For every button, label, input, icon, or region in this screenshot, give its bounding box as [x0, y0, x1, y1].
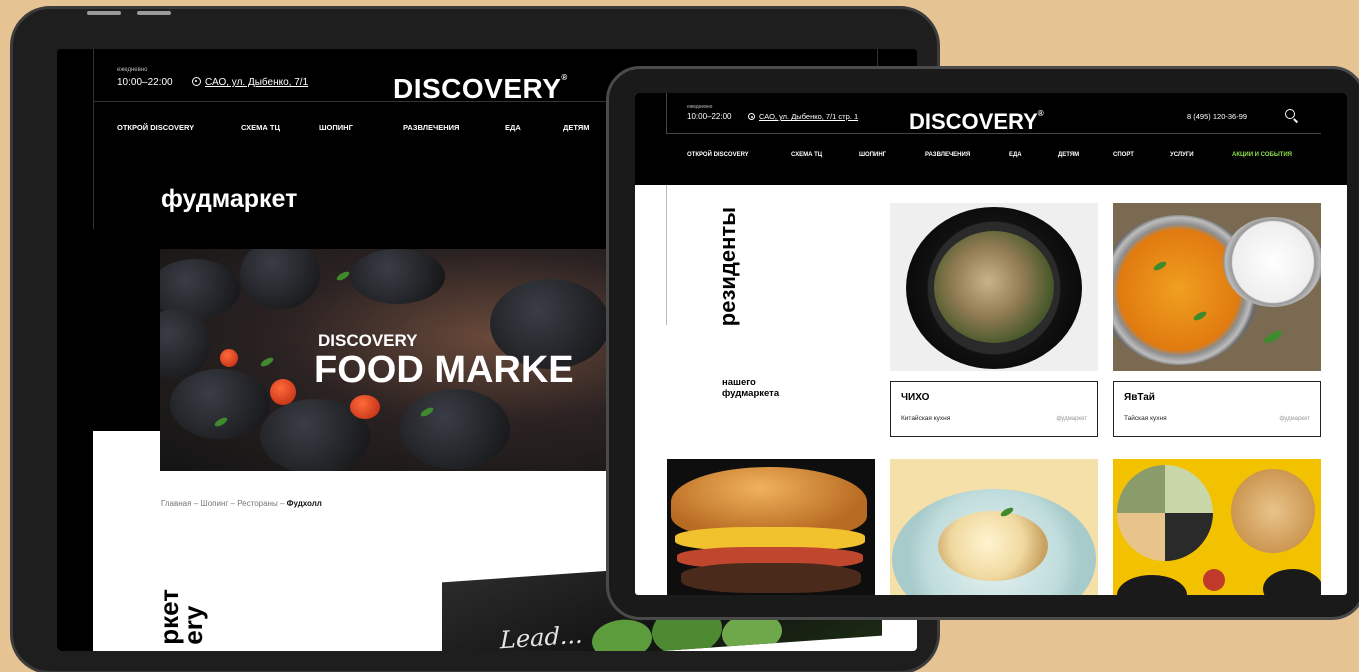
hours: 10:00–22:00	[117, 77, 173, 88]
nav-item[interactable]: УСЛУГИ	[1170, 152, 1194, 158]
hero-brand: DISCOVERY	[318, 331, 418, 350]
nav-item[interactable]: ДЕТЯМ	[1058, 152, 1079, 158]
food-image	[160, 309, 210, 379]
pin-icon	[748, 113, 755, 120]
food-image	[259, 355, 275, 369]
food-image	[400, 389, 510, 469]
hours: 10:00–22:00	[687, 112, 732, 121]
side-strip	[57, 431, 93, 651]
food-image	[681, 563, 861, 593]
hero-banner: DISCOVERY FOOD MARKE	[160, 249, 640, 471]
side-heading: ркет ery	[154, 589, 208, 645]
divider	[666, 93, 667, 133]
breadcrumb: Главная – Шопинг – Рестораны – Фудхолл	[161, 499, 322, 508]
address-link[interactable]: САО, ул. Дыбенко, 7/1 стр. 1	[748, 112, 858, 121]
resident-image[interactable]	[890, 459, 1098, 595]
resident-tag: фудмаркет	[1279, 416, 1310, 422]
resident-card[interactable]: ЯвТай Тайская кухня фудмаркет	[1113, 381, 1321, 437]
hours-label: ежедневно	[117, 67, 148, 73]
food-image	[934, 231, 1054, 343]
hero-title: FOOD MARKE	[314, 349, 574, 391]
breadcrumb-current: Фудхолл	[286, 499, 322, 508]
breadcrumb-item[interactable]: Главная	[161, 499, 191, 508]
nav-item[interactable]: СПОРТ	[1113, 152, 1134, 158]
food-image	[1117, 465, 1213, 561]
resident-cuisine: Китайская кухня	[901, 415, 951, 422]
page-title: фудмаркет	[161, 185, 298, 213]
resident-tag: фудмаркет	[1056, 416, 1087, 422]
nav-item[interactable]: СХЕМА ТЦ	[241, 123, 280, 132]
breadcrumb-item[interactable]: Рестораны	[237, 499, 278, 508]
nav-item-promo[interactable]: АКЦИИ И СОБЫТИЯ	[1232, 152, 1292, 158]
nav-item[interactable]: ШОПИНГ	[859, 152, 886, 158]
food-image	[220, 349, 238, 367]
food-image	[350, 395, 380, 419]
logo[interactable]: DISCOVERY®	[909, 109, 1044, 135]
food-image	[1203, 569, 1225, 591]
food-image	[1117, 575, 1187, 595]
divider	[93, 49, 94, 229]
food-image	[938, 511, 1048, 581]
front-screen: ежедневно 10:00–22:00 САО, ул. Дыбенко, …	[635, 93, 1347, 595]
food-image	[240, 249, 320, 309]
food-image	[270, 379, 296, 405]
nav-item[interactable]: СХЕМА ТЦ	[791, 152, 822, 158]
front-tablet: ежедневно 10:00–22:00 САО, ул. Дыбенко, …	[606, 66, 1359, 620]
nav-item[interactable]: ДЕТЯМ	[563, 123, 589, 132]
food-image	[1223, 217, 1321, 307]
volume-button	[137, 11, 171, 15]
nav-item[interactable]: ЕДА	[505, 123, 521, 132]
resident-cuisine: Тайская кухня	[1124, 415, 1167, 422]
hours-label: ежедневно	[687, 104, 713, 110]
resident-image[interactable]	[667, 459, 875, 595]
pin-icon	[192, 77, 201, 86]
nav-item[interactable]: ЕДА	[1009, 152, 1022, 158]
nav-item[interactable]: ШОПИНГ	[319, 123, 353, 132]
nav-item[interactable]: РАЗВЛЕЧЕНИЯ	[925, 152, 970, 158]
divider	[666, 185, 667, 325]
nav-item[interactable]: РАЗВЛЕЧЕНИЯ	[403, 123, 459, 132]
resident-name: ЧИХО	[901, 392, 930, 403]
food-image	[170, 369, 270, 439]
phone-link[interactable]: 8 (495) 120-36-99	[1187, 112, 1247, 121]
food-image	[1231, 469, 1315, 553]
nav-item[interactable]: ОТКРОЙ DISCOVERY	[117, 123, 194, 132]
food-image	[335, 269, 351, 283]
volume-button	[87, 11, 121, 15]
nav-item[interactable]: ОТКРОЙ DISCOVERY	[687, 152, 749, 158]
food-image	[350, 249, 445, 304]
food-image	[1263, 569, 1321, 595]
address-link[interactable]: САО, ул. Дыбенко, 7/1	[192, 77, 308, 88]
breadcrumb-item[interactable]: Шопинг	[200, 499, 228, 508]
section-subtitle: нашего фудмаркета	[722, 377, 780, 399]
resident-image[interactable]	[890, 203, 1098, 371]
logo[interactable]: DISCOVERY®	[393, 73, 568, 105]
resident-image[interactable]	[1113, 203, 1321, 371]
search-icon[interactable]	[1285, 109, 1295, 119]
resident-image[interactable]	[1113, 459, 1321, 595]
resident-card[interactable]: ЧИХО Китайская кухня фудмаркет	[890, 381, 1098, 437]
site-header: ежедневно 10:00–22:00 САО, ул. Дыбенко, …	[635, 93, 1347, 185]
food-image	[1262, 328, 1284, 346]
resident-name: ЯвТай	[1124, 392, 1155, 403]
section-title: резиденты	[715, 207, 740, 327]
plant-image	[592, 617, 652, 651]
venue-sign: Lead...	[500, 620, 583, 651]
